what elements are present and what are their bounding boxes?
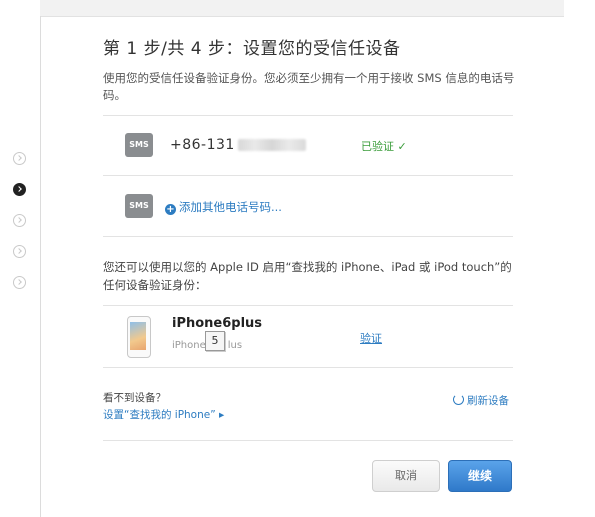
cancel-button[interactable]: 取消 bbox=[372, 460, 440, 492]
device-name: iPhone6plus bbox=[172, 316, 263, 331]
page-description: 使用您的受信任设备验证身份。您必须至少拥有一个用于接收 SMS 信息的电话号码。 bbox=[103, 71, 515, 102]
verify-device-link[interactable]: 验证 bbox=[360, 330, 382, 346]
page-title: 第 1 步/共 4 步：设置您的受信任设备 bbox=[103, 39, 401, 59]
iphone-device-icon bbox=[127, 316, 151, 358]
overlay-tag: 5 bbox=[205, 331, 225, 351]
setup-find-iphone-link[interactable]: 设置“查找我的 iPhone” ▸ bbox=[103, 407, 224, 422]
step-dot-1[interactable] bbox=[13, 152, 26, 165]
top-bar bbox=[40, 0, 564, 17]
refresh-devices-link[interactable]: 刷新设备 bbox=[453, 393, 509, 408]
divider bbox=[103, 440, 513, 441]
refresh-label: 刷新设备 bbox=[467, 395, 509, 407]
step-dot-3[interactable] bbox=[13, 214, 26, 227]
divider bbox=[103, 115, 513, 116]
sms-badge: SMS bbox=[125, 133, 153, 157]
left-rail-divider bbox=[40, 16, 41, 517]
verified-status: 已验证 ✓ bbox=[361, 140, 407, 153]
plus-circle-icon: + bbox=[165, 204, 176, 215]
devices-description: 您还可以使用以您的 Apple ID 启用“查找我的 iPhone、iPad 或… bbox=[103, 260, 512, 292]
step-indicator bbox=[13, 152, 29, 307]
divider bbox=[103, 175, 513, 176]
divider bbox=[103, 305, 513, 306]
redacted-digits bbox=[237, 139, 306, 151]
cant-see-device-text: 看不到设备？ bbox=[103, 392, 166, 404]
step-dot-4[interactable] bbox=[13, 245, 26, 258]
add-phone-label: 添加其他电话号码... bbox=[179, 200, 282, 214]
divider bbox=[103, 236, 513, 237]
divider bbox=[103, 367, 513, 368]
add-phone-link[interactable]: + 添加其他电话号码... bbox=[165, 199, 282, 215]
sms-badge-add: SMS bbox=[125, 194, 153, 218]
phone-number-text: +86-131 bbox=[170, 137, 235, 153]
refresh-icon bbox=[453, 394, 464, 405]
continue-button[interactable]: 继续 bbox=[448, 460, 512, 492]
step-dot-2-active[interactable] bbox=[13, 183, 26, 196]
device-model-right: lus bbox=[227, 340, 243, 351]
device-model-left: iPhone bbox=[172, 340, 206, 351]
step-dot-5[interactable] bbox=[13, 276, 26, 289]
trusted-phone-number: +86-131 bbox=[170, 137, 306, 153]
